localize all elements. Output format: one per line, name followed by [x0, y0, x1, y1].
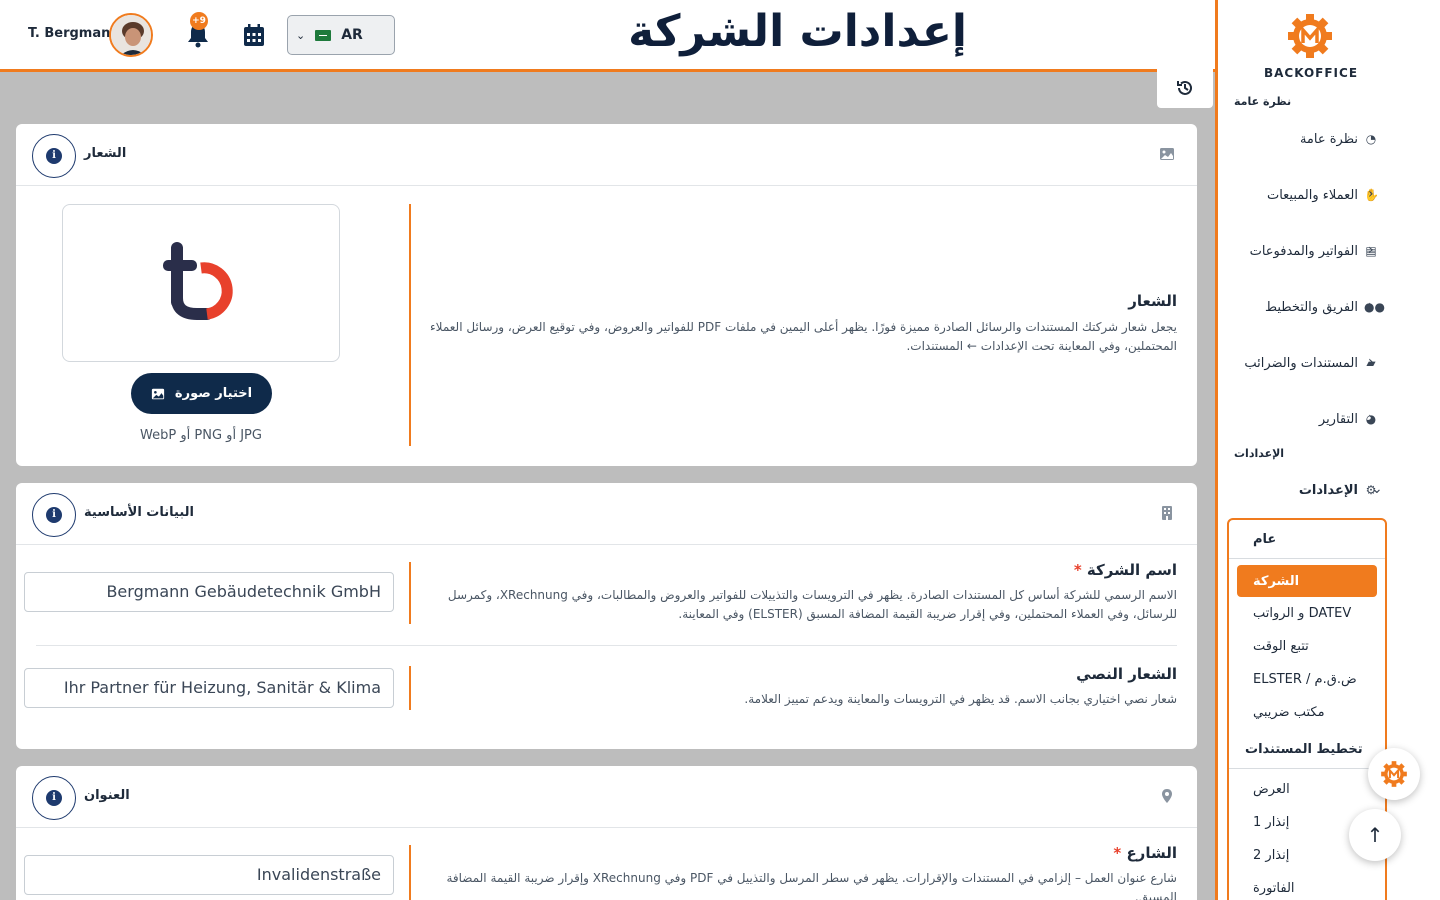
choose-image-label: اختيار صورة: [174, 386, 253, 401]
chevron-right-icon[interactable]: ›: [1368, 242, 1374, 258]
field-label: الشعار: [1128, 292, 1177, 310]
location-pin-icon: [1162, 789, 1172, 803]
sidebar-item-customers[interactable]: العملاء والمبيعات ✋: [1198, 183, 1379, 207]
chevron-right-icon[interactable]: ›: [1368, 298, 1374, 314]
assistant-button[interactable]: [1368, 748, 1420, 800]
address-card: i العنوان Invalidenstraße الشارع * شارع …: [16, 766, 1197, 900]
field-description: يجعل شعار شركتك المستندات والرسائل الصاد…: [430, 320, 1177, 353]
subnav-heading-documents: تخطيط المستندات: [1245, 742, 1363, 757]
allowed-formats: JPG أو PNG أو WebP: [140, 428, 262, 443]
sidebar-item-reports[interactable]: التقارير ◕: [1198, 407, 1378, 431]
field-accent-bar: [409, 562, 411, 624]
info-button[interactable]: i: [32, 776, 76, 820]
page-title: إعدادات الشركة: [628, 6, 967, 57]
sidebar-item-label: المستندات والضرائب: [1244, 355, 1358, 371]
field-accent-bar: [409, 204, 411, 446]
sidebar-item-label: نظرة عامة: [1299, 131, 1358, 147]
brand-logo-icon[interactable]: [1286, 12, 1334, 60]
field-label-street: الشارع *: [1113, 844, 1177, 862]
info-icon: i: [46, 148, 62, 164]
field-description: شعار نصي اختياري بجانب الاسم. قد يظهر في…: [744, 692, 1177, 706]
card-header: i الشعار: [16, 124, 1197, 186]
slogan-input[interactable]: Ihr Partner für Heizung, Sanitär & Klima: [24, 668, 394, 708]
subnav-divider: [1229, 768, 1385, 769]
field-description: شارع عنوان العمل – إلزامي في المستندات و…: [446, 871, 1177, 900]
sidebar-item-overview[interactable]: نظرة عامة ◔: [1198, 127, 1378, 151]
info-button[interactable]: i: [32, 493, 76, 537]
field-label-slogan: الشعار النصي: [1076, 665, 1177, 683]
subnav-item-reminder-2[interactable]: إنذار 2: [1253, 848, 1289, 863]
logo-card: i الشعار اختيار صورة JPG أو PNG أو WebP …: [16, 124, 1197, 466]
card-header: i العنوان: [16, 766, 1197, 828]
avatar-image: [111, 15, 151, 55]
street-input[interactable]: Invalidenstraße: [24, 855, 394, 895]
image-icon: [151, 388, 165, 399]
building-icon: [1162, 506, 1172, 520]
required-marker: *: [1113, 844, 1122, 862]
sidebar-item-documents[interactable]: المستندات والضرائب ▰: [1198, 351, 1378, 375]
subnav-item-company[interactable]: الشركة: [1237, 565, 1377, 597]
field-accent-bar: [409, 845, 411, 900]
image-icon: [1160, 148, 1174, 160]
flag-icon: [315, 29, 332, 41]
chevron-right-icon[interactable]: ›: [1368, 354, 1374, 370]
history-icon: [1177, 80, 1192, 95]
section-label-overview: نظرة عامة: [1234, 95, 1292, 108]
logo-preview[interactable]: [62, 204, 340, 362]
top-header: T. Bergmann +9 ⌄ AR إعدادات الشركة: [0, 0, 1215, 72]
subnav-heading-general: عام: [1253, 532, 1277, 547]
subnav-item-datev[interactable]: DATEV و الرواتب: [1253, 606, 1351, 621]
subnav-item-reminder-1[interactable]: إنذار 1: [1253, 815, 1289, 830]
sidebar-item-label: الإعدادات: [1298, 482, 1358, 498]
sidebar-item-team[interactable]: الفريق والتخطيط ●●: [1198, 295, 1385, 319]
arrow-up-icon: ↑: [1366, 823, 1384, 847]
sidebar-item-label: الفريق والتخطيط: [1264, 299, 1358, 315]
info-icon: i: [46, 507, 62, 523]
subnav-item-elster[interactable]: ض.ق.م / ELSTER: [1253, 672, 1357, 687]
calendar-icon[interactable]: [243, 23, 265, 47]
choose-image-button[interactable]: اختيار صورة: [131, 373, 272, 414]
card-title: العنوان: [84, 788, 130, 803]
language-code: AR: [341, 27, 363, 43]
company-name-input[interactable]: Bergmann Gebäudetechnik GmbH: [24, 572, 394, 612]
required-marker: *: [1073, 561, 1082, 579]
field-label-text: اسم الشركة: [1086, 561, 1177, 579]
chevron-down-icon[interactable]: ⌄: [1371, 481, 1383, 497]
info-button[interactable]: i: [32, 134, 76, 178]
field-divider: [36, 645, 1177, 646]
chevron-right-icon[interactable]: ›: [1368, 410, 1374, 426]
info-icon: i: [46, 790, 62, 806]
sidebar-item-settings[interactable]: الإعدادات ⚙: [1198, 478, 1378, 502]
basic-data-card: i البيانات الأساسية Bergmann Gebäudetech…: [16, 483, 1197, 749]
subnav-item-tax-office[interactable]: مكتب ضريبي: [1253, 705, 1325, 720]
history-button[interactable]: [1157, 68, 1213, 108]
section-label-settings: الإعدادات: [1234, 447, 1285, 460]
field-label-text: الشارع: [1126, 844, 1177, 862]
company-logo-image: [163, 242, 233, 320]
chevron-down-icon: ⌄: [296, 28, 306, 42]
notification-badge: +9: [190, 12, 208, 30]
field-accent-bar: [409, 666, 411, 710]
sidebar-item-invoices[interactable]: الفواتير والمدفوعات ▤: [1198, 239, 1378, 263]
sidebar-item-label: العملاء والمبيعات: [1266, 187, 1358, 203]
card-title: الشعار: [84, 146, 127, 161]
subnav-item-time-tracking[interactable]: تتبع الوقت: [1253, 639, 1309, 654]
user-name[interactable]: T. Bergmann: [28, 26, 120, 41]
chevron-right-icon[interactable]: ›: [1368, 186, 1374, 202]
field-description: الاسم الرسمي للشركة أساس كل المستندات ال…: [447, 588, 1177, 621]
language-selector[interactable]: ⌄ AR: [287, 15, 395, 55]
gauge-icon: ◔: [1365, 132, 1377, 146]
brand-logo-icon: [1381, 761, 1407, 787]
card-title: البيانات الأساسية: [84, 505, 194, 520]
scroll-to-top-button[interactable]: ↑: [1349, 809, 1401, 861]
subnav-divider: [1229, 558, 1385, 559]
field-label-company: اسم الشركة *: [1074, 561, 1177, 579]
user-avatar[interactable]: [109, 13, 153, 57]
card-header: i البيانات الأساسية: [16, 483, 1197, 545]
brand-name: BACKOFFICE: [1263, 66, 1359, 80]
sidebar-item-label: التقارير: [1318, 411, 1358, 427]
sidebar-item-label: الفواتير والمدفوعات: [1249, 243, 1358, 259]
subnav-item-offer[interactable]: العرض: [1253, 782, 1290, 797]
subnav-item-invoice[interactable]: الفاتورة: [1253, 881, 1295, 896]
